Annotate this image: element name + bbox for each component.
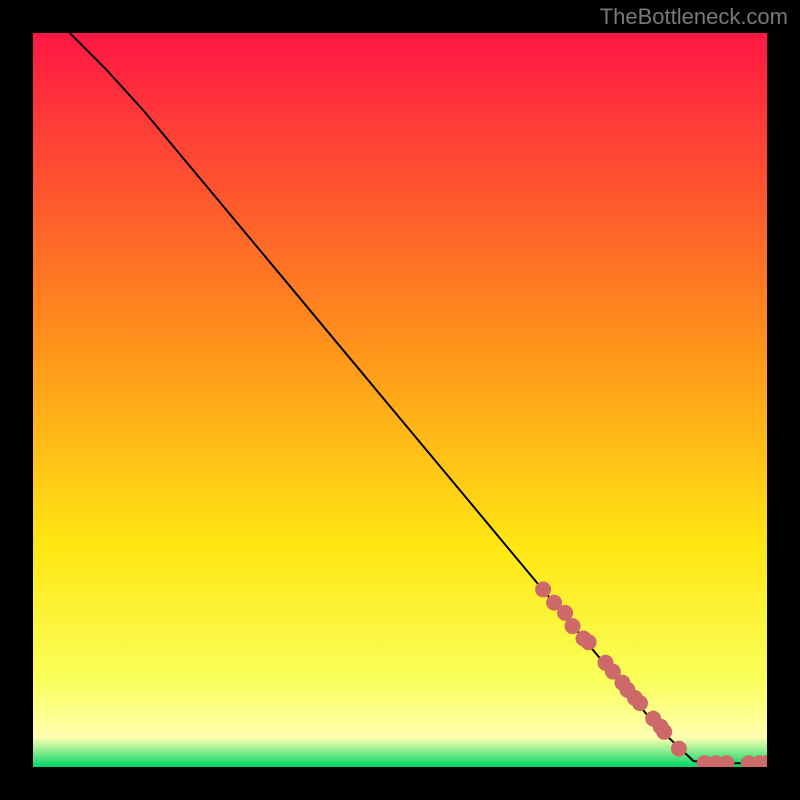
chart-svg	[33, 33, 767, 767]
data-dot	[656, 724, 672, 740]
data-dot	[632, 695, 648, 711]
data-dot	[535, 581, 551, 597]
data-dot	[581, 634, 597, 650]
chart-plot	[33, 33, 767, 767]
gradient-background	[33, 33, 767, 767]
data-dot	[671, 741, 687, 757]
data-dot	[565, 618, 581, 634]
attribution-text: TheBottleneck.com	[600, 4, 788, 30]
chart-frame: TheBottleneck.com	[0, 0, 800, 800]
